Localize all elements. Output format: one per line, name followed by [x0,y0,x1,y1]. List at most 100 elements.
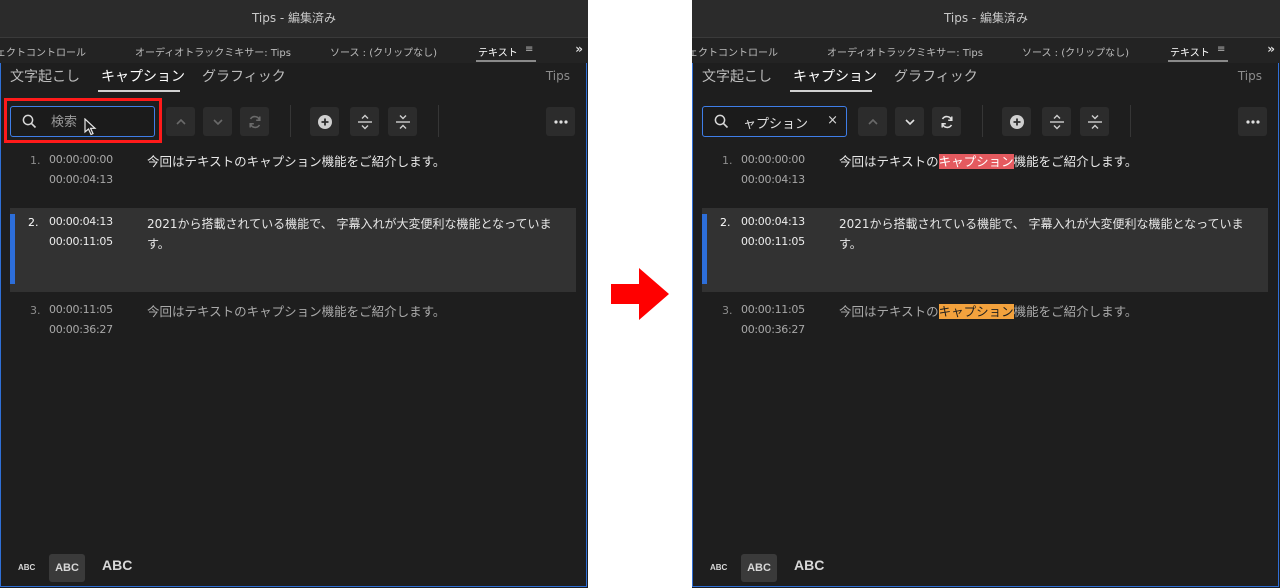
tab-text[interactable]: テキスト [1170,44,1210,59]
tab-graphics[interactable]: グラフィック [202,66,286,86]
text-size-large-button[interactable]: ABC [794,557,824,573]
caption-number: 3. [722,304,733,317]
tab-transcribe[interactable]: 文字起こし [10,66,80,86]
tab-captions[interactable]: キャプション [101,66,185,86]
next-match-button[interactable] [895,107,924,136]
caption-text-after: 機能をご紹介します。 [1013,304,1138,319]
caption-text[interactable]: 今回はテキストのキャプション機能をご紹介します。 [147,302,567,322]
chevron-up-icon [867,118,878,125]
caption-row[interactable]: 1. 00:00:00:00 00:00:04:13 今回はテキストのキャプショ… [692,146,1280,204]
current-search-match: キャプション [938,154,1014,169]
caption-text-before: 今回はテキストの [839,154,939,169]
chevron-up-icon [175,118,186,125]
toolbar-divider [1130,105,1131,137]
more-options-button[interactable] [546,107,575,136]
previous-match-button[interactable] [858,107,887,136]
caption-in-timecode: 00:00:11:05 [741,303,805,316]
text-size-medium-button[interactable]: ABC [49,554,85,582]
split-caption-button[interactable] [1042,107,1071,136]
caption-row-selected[interactable]: 2. 00:00:04:13 00:00:11:05 2021から搭載されている… [702,208,1268,292]
plus-circle-icon [1009,114,1024,129]
tab-text-underline [476,60,536,62]
caption-text[interactable]: 今回はテキストのキャプション機能をご紹介します。 [147,152,567,172]
panel-tab-row: ェクトコントロール オーディオトラックミキサー: Tips ソース : (クリッ… [0,37,588,63]
text-size-toggle: ABC ABC ABC [0,552,588,582]
tab-source[interactable]: ソース : (クリップなし) [1022,44,1129,59]
merge-captions-button[interactable] [1080,107,1109,136]
clear-search-icon[interactable]: × [827,113,838,128]
panel-menu-icon[interactable]: ≡ [525,44,533,55]
text-size-large-button[interactable]: ABC [102,557,132,573]
caption-text[interactable]: 今回はテキストのキャプション機能をご紹介します。 [839,152,1259,172]
tab-audio-track-mixer[interactable]: オーディオトラックミキサー: Tips [135,44,291,59]
search-match: キャプション [938,304,1014,319]
more-panels-icon[interactable]: » [1267,42,1275,56]
tab-audio-track-mixer[interactable]: オーディオトラックミキサー: Tips [827,44,983,59]
caption-out-timecode: 00:00:36:27 [49,323,113,336]
tab-text[interactable]: テキスト [478,44,518,59]
caption-row[interactable]: 1. 00:00:00:00 00:00:04:13 今回はテキストのキャプショ… [0,146,588,204]
text-panel-before: Tips - 編集済み ェクトコントロール オーディオトラックミキサー: Tip… [0,0,588,588]
mouse-cursor-icon [84,118,97,136]
refresh-icon [940,115,953,128]
tab-text-underline [1168,60,1228,62]
text-sub-tabs: 文字起こし キャプション グラフィック Tips [0,66,588,92]
captions-tab-underline [98,90,180,92]
caption-out-timecode: 00:00:04:13 [741,173,805,186]
caption-text[interactable]: 2021から搭載されている機能で、 字幕入れが大変便利な機能となっています。 [839,214,1264,254]
caption-out-timecode: 00:00:36:27 [741,323,805,336]
caption-text[interactable]: 今回はテキストのキャプション機能をご紹介します。 [839,302,1259,322]
add-caption-button[interactable] [1002,107,1031,136]
caption-out-timecode: 00:00:11:05 [741,235,805,248]
caption-out-timecode: 00:00:11:05 [49,235,113,248]
tab-graphics[interactable]: グラフィック [894,66,978,86]
text-size-small-button[interactable]: ABC [710,563,727,572]
replace-button[interactable] [240,107,269,136]
toolbar-divider [290,105,291,137]
text-size-medium-button[interactable]: ABC [741,554,777,582]
sequence-name: Tips [545,69,570,83]
caption-number: 1. [30,154,41,167]
toolbar-divider [438,105,439,137]
more-panels-icon[interactable]: » [575,42,583,56]
ellipsis-icon [1245,119,1260,124]
split-icon [357,114,372,129]
selection-indicator [702,214,707,284]
window-title: Tips - 編集済み [0,0,588,37]
captions-tab-underline [790,90,872,92]
caption-row-selected[interactable]: 2. 00:00:04:13 00:00:11:05 2021から搭載されている… [10,208,576,292]
tab-effect-controls[interactable]: ェクトコントロール [692,44,778,59]
caption-number: 2. [28,216,39,229]
previous-match-button[interactable] [166,107,195,136]
caption-in-timecode: 00:00:00:00 [49,153,113,166]
tab-captions[interactable]: キャプション [793,66,877,86]
caption-in-timecode: 00:00:00:00 [741,153,805,166]
merge-icon [395,114,410,129]
tab-effect-controls[interactable]: ェクトコントロール [0,44,86,59]
tab-source[interactable]: ソース : (クリップなし) [330,44,437,59]
more-options-button[interactable] [1238,107,1267,136]
caption-row[interactable]: 3. 00:00:11:05 00:00:36:27 今回はテキストのキャプショ… [692,296,1280,354]
panel-tab-row: ェクトコントロール オーディオトラックミキサー: Tips ソース : (クリッ… [692,37,1280,63]
replace-button[interactable] [932,107,961,136]
chevron-down-icon [904,118,915,125]
caption-in-timecode: 00:00:11:05 [49,303,113,316]
search-input[interactable] [743,112,838,132]
tab-transcribe[interactable]: 文字起こし [702,66,772,86]
plus-circle-icon [317,114,332,129]
caption-number: 3. [30,304,41,317]
text-size-small-button[interactable]: ABC [18,563,35,572]
add-caption-button[interactable] [310,107,339,136]
split-caption-button[interactable] [350,107,379,136]
window-title: Tips - 編集済み [692,0,1280,37]
panel-menu-icon[interactable]: ≡ [1217,44,1225,55]
split-icon [1049,114,1064,129]
text-size-toggle: ABC ABC ABC [692,552,1280,582]
caption-text[interactable]: 2021から搭載されている機能で、 字幕入れが大変便利な機能となっています。 [147,214,572,254]
caption-row[interactable]: 3. 00:00:11:05 00:00:36:27 今回はテキストのキャプショ… [0,296,588,354]
caption-search-box[interactable]: × [702,106,847,137]
next-match-button[interactable] [203,107,232,136]
merge-captions-button[interactable] [388,107,417,136]
chevron-down-icon [212,118,223,125]
caption-in-timecode: 00:00:04:13 [741,215,805,228]
